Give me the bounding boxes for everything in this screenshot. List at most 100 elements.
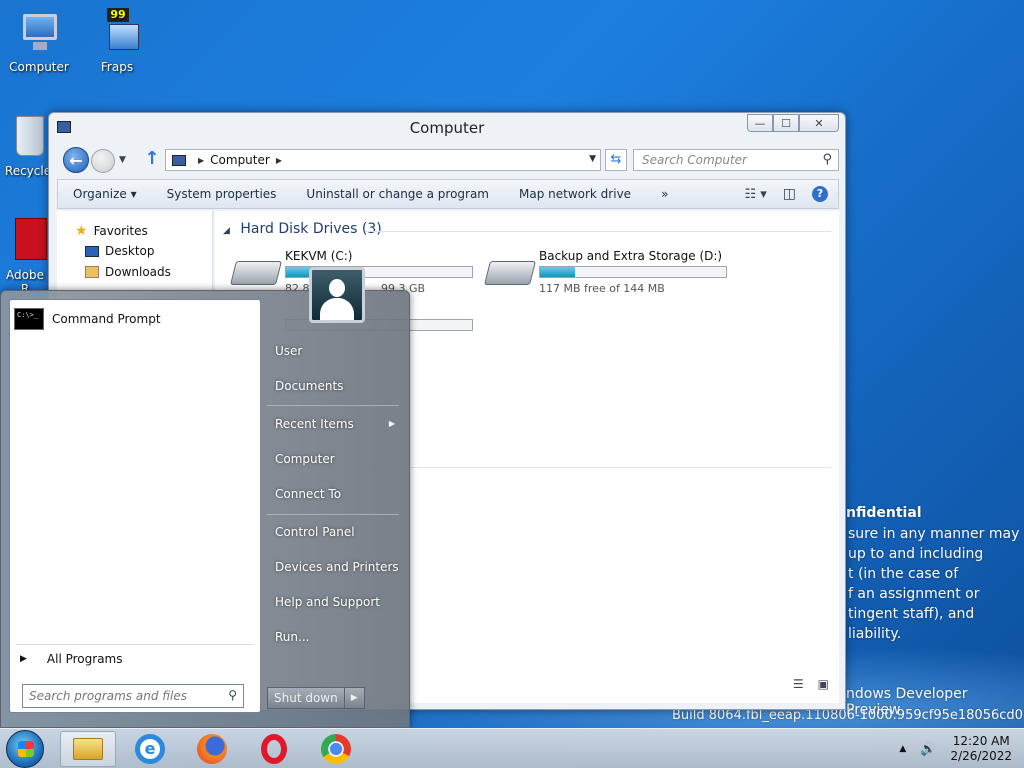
start-link-recent-items[interactable]: Recent Items [275, 417, 399, 431]
maximize-button[interactable]: ☐ [773, 114, 799, 132]
drive-free: 117 MB free of 144 MB [539, 282, 665, 295]
program-item-command-prompt[interactable]: C:\>_ Command Prompt [14, 308, 161, 330]
desktop-icon-fraps[interactable]: 99 Fraps [78, 8, 156, 74]
watermark-line: sure in any manner may [848, 526, 1020, 542]
folder-icon [73, 738, 103, 760]
start-link-user[interactable]: User [275, 344, 302, 358]
preview-pane-icon[interactable]: ◫ [783, 186, 796, 202]
search-icon[interactable]: ⚲ [228, 688, 237, 702]
all-programs-button[interactable]: ▶ All Programs [20, 652, 123, 666]
computer-icon [172, 154, 186, 166]
watermark-line: up to and including [848, 546, 984, 562]
window-title: Computer [409, 119, 485, 137]
program-label: Command Prompt [52, 312, 161, 326]
watermark-line: liability. [848, 626, 902, 642]
submenu-arrow-icon: ▶ [388, 419, 395, 428]
drive-usage-fill [540, 267, 576, 277]
desktop-icon-computer[interactable]: Computer [0, 8, 78, 74]
volume-icon[interactable]: 🔊 [920, 742, 936, 757]
clock[interactable]: 12:20 AM 2/26/2022 [950, 734, 1012, 764]
start-link-control-panel[interactable]: Control Panel [275, 525, 355, 539]
start-button[interactable] [6, 730, 44, 768]
breadcrumb-computer[interactable]: Computer [210, 153, 270, 167]
taskbar-app-internet-explorer[interactable]: e [122, 731, 178, 767]
system-properties-button[interactable]: System properties [152, 187, 292, 201]
group-header-hard-disk-drives[interactable]: ◢ Hard Disk Drives (3) [223, 221, 382, 237]
taskbar-app-explorer[interactable] [60, 731, 116, 767]
start-link-connect-to[interactable]: Connect To [275, 487, 341, 501]
nav-item-desktop[interactable]: Desktop [85, 244, 155, 258]
clock-date: 2/26/2022 [950, 749, 1012, 763]
up-arrow-icon[interactable]: ↑ [143, 149, 161, 169]
desktop-icon-label: Fraps [100, 60, 134, 74]
caption-buttons: — ☐ ✕ [747, 114, 839, 132]
back-button[interactable]: ← [63, 147, 89, 173]
nav-label: Desktop [105, 244, 155, 258]
taskbar-app-firefox[interactable] [184, 731, 240, 767]
help-icon[interactable]: ? [812, 186, 828, 202]
address-bar[interactable]: ▶ Computer ▶ ▼ [165, 149, 601, 171]
hard-drive-icon [484, 261, 536, 285]
start-link-computer[interactable]: Computer [275, 452, 335, 466]
details-view-icon[interactable]: ☰ [793, 677, 804, 691]
address-row: ← ▼ ↑ ▶ Computer ▶ ▼ ⇆ Search Computer ⚲ [57, 147, 839, 173]
large-icons-view-icon[interactable]: ▣ [818, 677, 829, 691]
drive-name: Backup and Extra Storage (D:) [539, 249, 723, 263]
drive-d[interactable]: Backup and Extra Storage (D:) 117 MB fre… [484, 249, 737, 297]
drive-name: KEKVM (C:) [285, 249, 353, 263]
watermark-line: f an assignment or [848, 586, 980, 602]
shutdown-button[interactable]: Shut down [267, 687, 345, 709]
opera-icon [261, 734, 287, 764]
fraps-icon: 99 [93, 8, 141, 56]
search-icon[interactable]: ⚲ [822, 152, 832, 167]
chevron-down-icon[interactable]: ▼ [589, 154, 596, 164]
start-link-help-support[interactable]: Help and Support [275, 595, 380, 609]
start-link-documents[interactable]: Documents [275, 379, 343, 393]
start-menu-divider [16, 644, 254, 645]
watermark-line: tingent staff), and [848, 606, 975, 622]
map-network-drive-button[interactable]: Map network drive [504, 187, 646, 201]
computer-icon [15, 8, 63, 56]
shutdown-group: Shut down ▶ [267, 687, 365, 709]
start-link-devices-printers[interactable]: Devices and Printers [275, 560, 399, 574]
show-hidden-icons-button[interactable]: ▲ [899, 744, 906, 754]
shutdown-options-button[interactable]: ▶ [344, 687, 365, 709]
start-menu-separator [267, 405, 399, 406]
drive-usage-bar [539, 266, 727, 278]
arrow-right-icon: ▶ [20, 654, 27, 664]
start-search-input[interactable]: Search programs and files ⚲ [22, 684, 244, 708]
taskbar: e ▲ 🔊 12:20 AM 2/26/2022 [0, 728, 1024, 768]
search-input[interactable]: Search Computer ⚲ [633, 149, 839, 171]
nav-label: Downloads [105, 265, 171, 279]
recycle-bin-icon [8, 112, 48, 160]
taskbar-app-chrome[interactable] [308, 731, 364, 767]
command-bar: Organize ▾ System properties Uninstall o… [57, 179, 839, 209]
nav-item-favorites[interactable]: ★ Favorites [75, 223, 148, 239]
user-avatar[interactable] [309, 267, 365, 323]
close-button[interactable]: ✕ [799, 114, 839, 132]
nav-item-downloads[interactable]: Downloads [85, 265, 171, 279]
hard-drive-icon [230, 261, 282, 285]
forward-button[interactable] [91, 149, 115, 173]
collapse-arrow-icon: ◢ [223, 226, 230, 236]
start-link-run[interactable]: Run... [275, 630, 309, 644]
fraps-badge: 99 [107, 8, 129, 22]
refresh-button[interactable]: ⇆ [605, 149, 627, 171]
organize-button[interactable]: Organize ▾ [58, 187, 152, 201]
recent-pages-dropdown[interactable]: ▼ [119, 155, 126, 165]
start-menu-separator [267, 514, 399, 515]
avatar-head [329, 279, 345, 297]
desktop-icon [85, 245, 99, 257]
breadcrumb-arrow-icon[interactable]: ▶ [198, 156, 204, 165]
uninstall-program-button[interactable]: Uninstall or change a program [291, 187, 504, 201]
breadcrumb-arrow-icon[interactable]: ▶ [276, 156, 282, 165]
command-prompt-icon: C:\>_ [14, 308, 44, 330]
watermark-line: t (in the case of [848, 566, 959, 582]
internet-explorer-icon: e [135, 734, 165, 764]
windows-logo-icon [18, 741, 34, 757]
taskbar-app-opera[interactable] [246, 731, 302, 767]
star-icon: ★ [75, 223, 88, 239]
view-options-icon[interactable]: ☷ ▾ [744, 187, 766, 202]
minimize-button[interactable]: — [747, 114, 773, 132]
more-commands-button[interactable]: » [646, 187, 683, 201]
